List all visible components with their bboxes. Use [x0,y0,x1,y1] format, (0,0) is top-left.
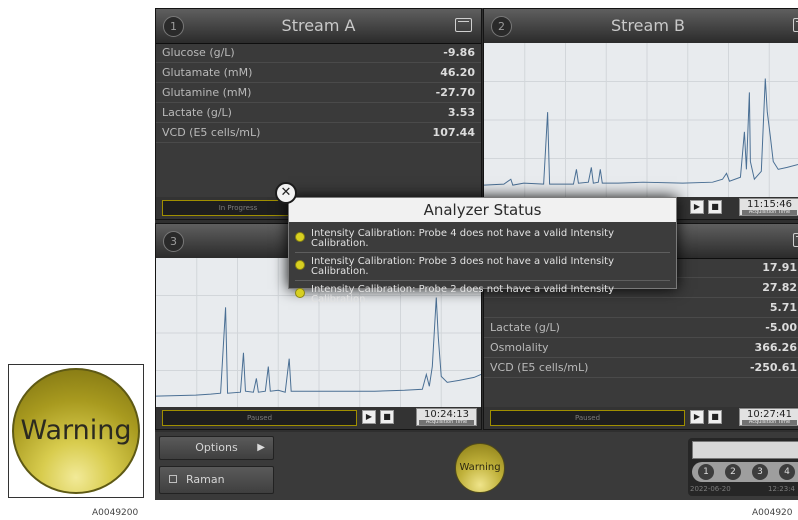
panel-menu-icon[interactable] [455,18,472,32]
measurement-value: -27.70 [435,86,475,99]
measurement-label: Glutamate (mM) [162,66,253,79]
probe-info-field [692,441,798,459]
panel-menu-icon[interactable] [793,233,798,247]
status-message: Intensity Calibration: Probe 4 does not … [295,226,670,253]
panel-number-badge: 3 [163,231,184,252]
stream-panel-1: 1 Stream A Glucose (g/L) -9.86 Glutamate … [155,8,482,220]
status-field: Paused [490,410,685,426]
measurement-value: 17.91 [762,261,797,274]
measurement-value: 5.71 [769,301,797,314]
panel-menu-icon[interactable] [793,18,798,32]
panel-title: Stream A [281,16,356,35]
status-message-text: Intensity Calibration: Probe 4 does not … [311,228,614,249]
figure-code-left: A0049200 [92,508,139,518]
probe-indicator[interactable]: 3 [752,464,768,480]
measurement-value: -5.00 [765,321,797,334]
status-message: Intensity Calibration: Probe 2 does not … [295,282,670,308]
play-button[interactable]: ▶ [690,410,704,424]
measurement-row: Glutamate (mM) 46.20 [156,63,481,83]
panel-header: 1 Stream A [156,9,481,44]
acquisition-time-label: Acquisition Time [742,420,797,425]
measurement-row: VCD (E5 cells/mL) 107.44 [156,123,481,143]
measurement-row: Glucose (g/L) -9.86 [156,43,481,63]
measurement-value: 107.44 [432,126,475,139]
status-message-text: Intensity Calibration: Probe 3 does not … [311,256,614,277]
probe-status-area: 1 2 3 4 2022-06-20 12:23:4 [688,438,798,496]
play-button[interactable]: ▶ [690,200,704,214]
system-date: 2022-06-20 [690,485,731,493]
lock-icon [169,475,177,483]
measurement-value: 27.82 [762,281,797,294]
measurement-row: Osmolality 366.26 [484,338,798,358]
measurement-label: Lactate (g/L) [162,106,232,119]
measurement-label: VCD (E5 cells/mL) [162,126,261,139]
measurement-value: -250.61 [749,361,797,374]
warning-indicator-button[interactable]: Warning [455,443,505,493]
probe-indicator[interactable]: 1 [698,464,714,480]
probe-indicator[interactable]: 4 [779,464,795,480]
analyzer-status-dialog: Analyzer Status Intensity Calibration: P… [288,197,677,305]
stream-panel-2: 2 Stream B ▶ ■ 11:15:46 Acquisition Time [483,8,798,220]
measurement-row: Glutamine (mM) -27.70 [156,83,481,103]
warning-dot-icon [295,288,305,298]
warning-callout: Warning [8,364,144,498]
stop-button[interactable]: ■ [380,410,394,424]
acquisition-time-display: 10:24:13 Acquisition Time [416,408,477,426]
spectrum-chart [484,43,798,197]
warning-dot-icon [295,232,305,242]
measurement-label: Glutamine (mM) [162,86,252,99]
panel-status-bar: Paused ▶ ■ 10:24:13 Acquisition Time [156,407,481,429]
warning-icon: Warning [12,368,140,494]
raman-analyzer-button[interactable]: Raman Analyzer [159,466,274,500]
spectrum-plot [484,43,798,197]
warning-dot-icon [295,260,305,270]
measurement-row: VCD (E5 cells/mL) -250.61 [484,358,798,378]
measurement-row: Lactate (g/L) -5.00 [484,318,798,338]
probe-indicator-strip: 1 2 3 4 [692,462,798,482]
system-clock: 12:23:4 [768,485,795,493]
measurement-row: Lactate (g/L) 3.53 [156,103,481,123]
panel-header: 2 Stream B [484,9,798,44]
measurement-label: Lactate (g/L) [490,321,560,334]
play-button[interactable]: ▶ [362,410,376,424]
measurement-value: 46.20 [440,66,475,79]
options-label: Options [195,441,238,454]
status-field: Paused [162,410,357,426]
dialog-title: Analyzer Status [289,198,676,222]
acquisition-time-display: 11:15:46 Acquisition Time [739,198,798,216]
measurement-value: 366.26 [754,341,797,354]
stop-button[interactable]: ■ [708,410,722,424]
panel-title: Stream B [611,16,685,35]
triangle-right-icon: ▶ [257,442,265,453]
panel-status-bar: Paused ▶ ■ 10:27:41 Acquisition Time [484,407,798,429]
close-icon[interactable]: ✕ [275,182,297,204]
figure-code-right: A004920 [752,508,793,518]
measurement-label: Glucose (g/L) [162,46,235,59]
acquisition-time-label: Acquisition Time [742,210,797,215]
measurement-label: VCD (E5 cells/mL) [490,361,589,374]
measurement-label: Osmolality [490,341,549,354]
probe-indicator[interactable]: 2 [725,464,741,480]
measurement-value: 3.53 [447,106,475,119]
acquisition-time-label: Acquisition Time [419,420,474,425]
stop-button[interactable]: ■ [708,200,722,214]
raman-analyzer-label: Raman Analyzer [186,473,234,500]
measurement-value: -9.86 [443,46,475,59]
options-button[interactable]: Options ▶ [159,436,274,460]
status-message: Intensity Calibration: Probe 3 does not … [295,254,670,281]
status-message-text: Intensity Calibration: Probe 2 does not … [311,284,614,305]
measurement-list: Glucose (g/L) -9.86 Glutamate (mM) 46.20 G… [156,43,481,143]
bottom-bar: Options ▶ Raman Analyzer Warning 1 2 3 4… [155,432,798,500]
acquisition-time-display: 10:27:41 Acquisition Time [739,408,798,426]
